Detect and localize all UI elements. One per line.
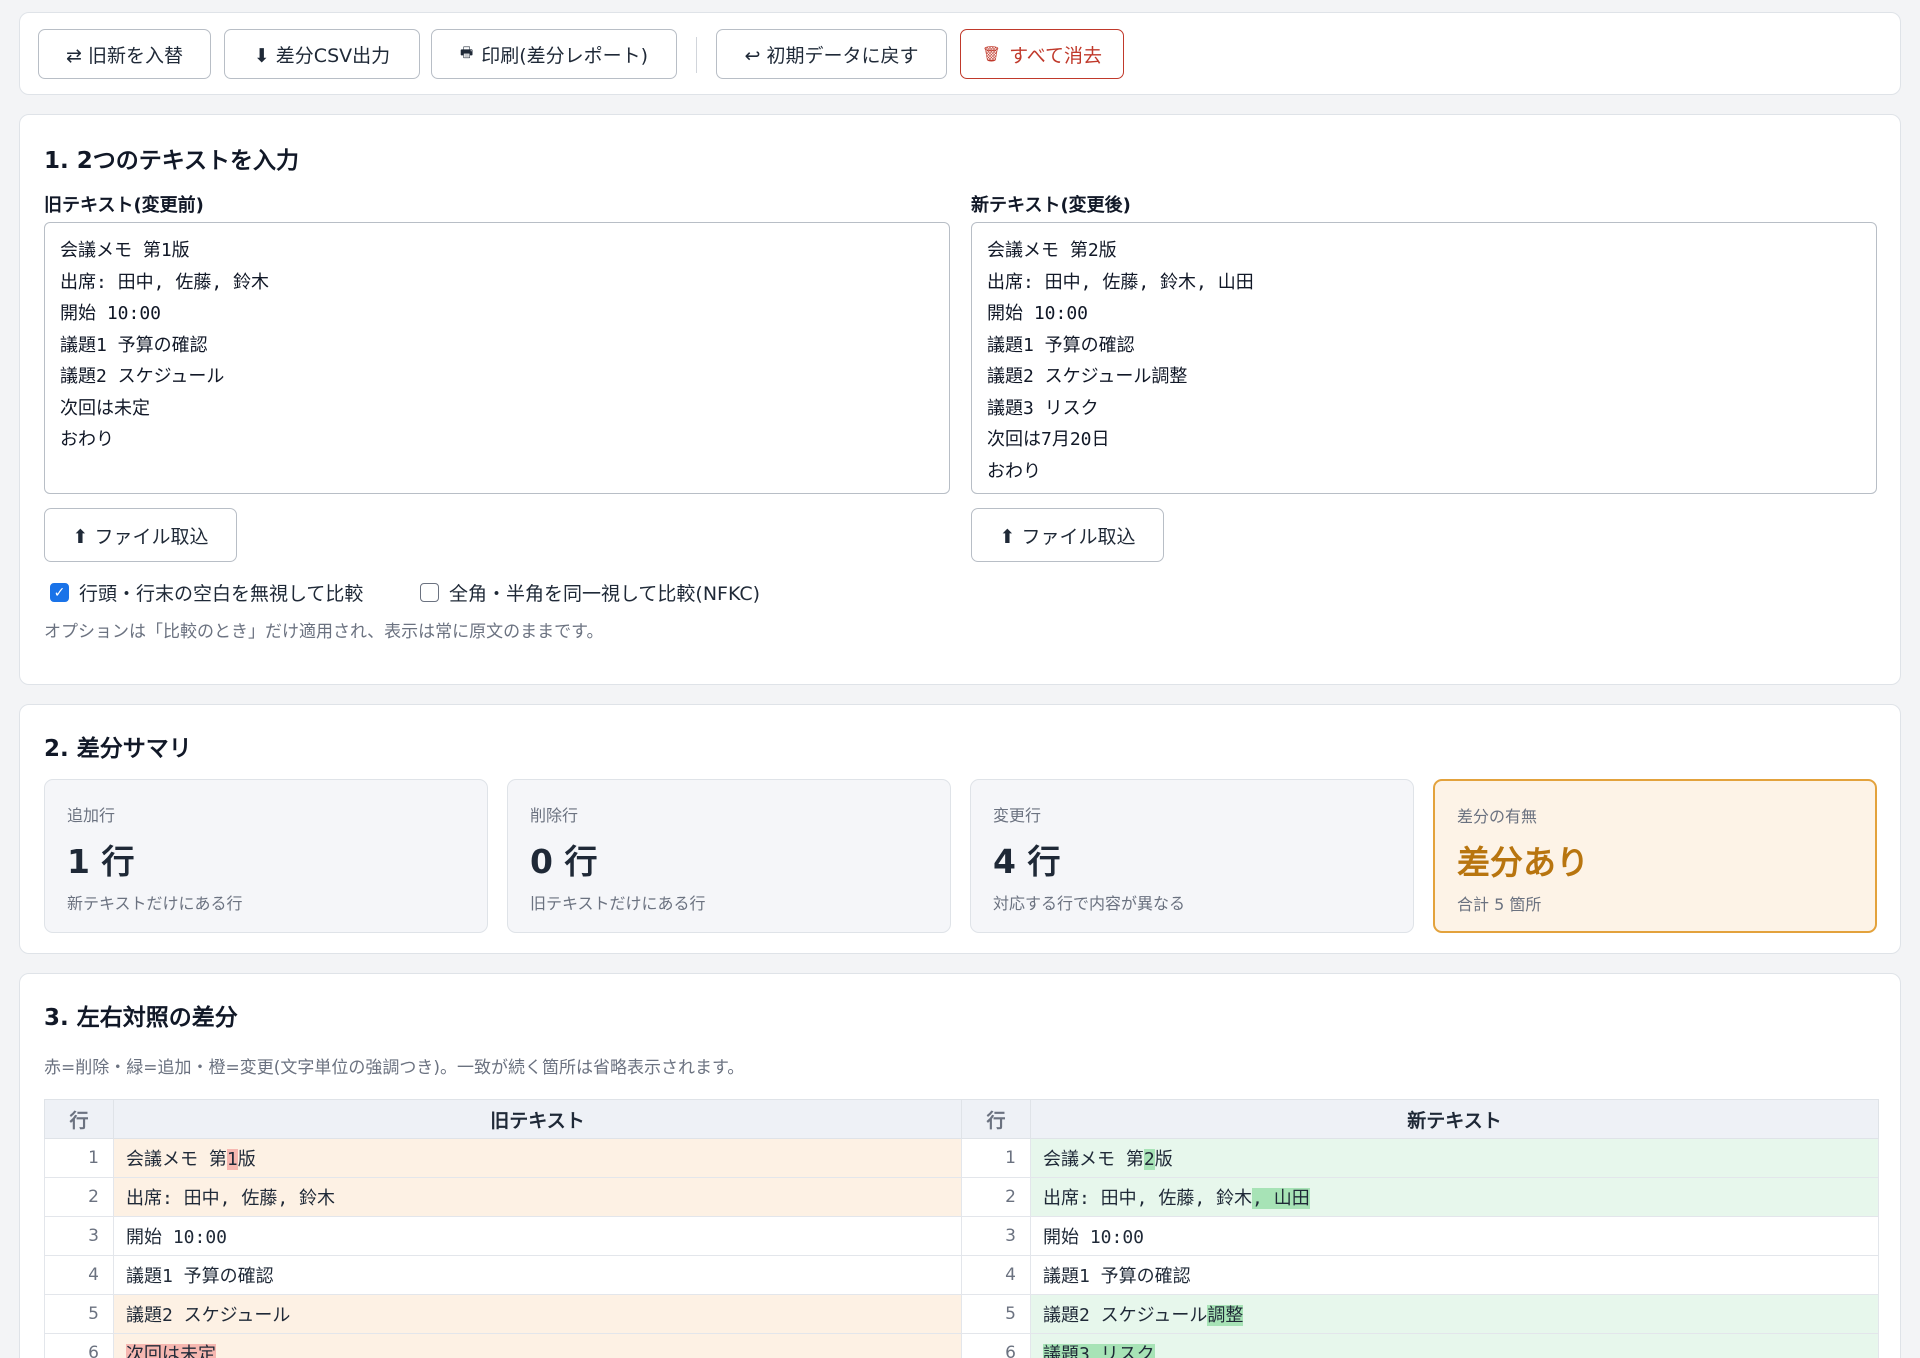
- col-old-text: 旧テキスト: [113, 1099, 962, 1139]
- old-line-number: 3: [44, 1216, 114, 1256]
- new-text-cell: 議題2 スケジュール調整: [1030, 1294, 1879, 1334]
- diff-row: 1 会議メモ 第1版 1 会議メモ 第2版: [44, 1138, 1879, 1178]
- section-title: 3. 左右対照の差分: [44, 1005, 238, 1031]
- diff-table: 行 旧テキスト 行 新テキスト 1 会議メモ 第1版 1 会議メモ 第2版 2 出席: 田…: [44, 1099, 1879, 1358]
- new-text-area[interactable]: 会議メモ 第2版出席: 田中, 佐藤, 鈴木, 山田 開始 10:00 議題1 予算…: [971, 222, 1877, 494]
- trim-option[interactable]: ✓ 行頭・行末の空白を無視して比較: [50, 579, 363, 606]
- old-text-area[interactable]: 会議メモ 第1版出席: 田中, 佐藤, 鈴木 開始 10:00 議題1 予算の確認議…: [44, 222, 950, 494]
- text-line: 議題2 スケジュール調整: [987, 366, 1188, 387]
- old-text-cell: 会議メモ 第1版: [113, 1138, 962, 1178]
- text-line: 出席: 田中, 佐藤, 鈴木: [60, 271, 270, 293]
- new-text-label: 新テキスト(変更後): [971, 195, 1131, 216]
- text-line: 会議メモ 第1版: [60, 240, 190, 261]
- col-new-text: 新テキスト: [1030, 1099, 1879, 1139]
- nfkc-checkbox[interactable]: [420, 583, 439, 602]
- text-line: 会議メモ 第2版: [987, 240, 1117, 261]
- diff-row: 5 議題2 スケジュール 5 議題2 スケジュール調整: [44, 1294, 1879, 1334]
- new-line-number: 5: [961, 1294, 1031, 1334]
- old-text-label: 旧テキスト(変更前): [44, 195, 204, 216]
- new-text-cell: 議題1 予算の確認: [1030, 1255, 1879, 1295]
- new-line-number: 4: [961, 1255, 1031, 1295]
- text-line: 開始 10:00: [60, 303, 162, 324]
- old-line-number: 5: [44, 1294, 114, 1334]
- printer-icon: 🖶: [459, 45, 474, 61]
- diff-row: 3 開始 10:00 3 開始 10:00: [44, 1216, 1879, 1256]
- option-note: オプションは「比較のとき」だけ適用され、表示は常に原文のままです。: [44, 622, 604, 642]
- col-line-new: 行: [961, 1099, 1031, 1139]
- added-lines-card: 追加行 1 行 新テキストだけにある行: [44, 779, 488, 933]
- section-title: 1. 2つのテキストを入力: [44, 148, 300, 174]
- text-line: おわり: [60, 429, 114, 450]
- deleted-lines-card: 削除行 0 行 旧テキストだけにある行: [507, 779, 951, 933]
- diff-row: 6 次回は未定 6 議題3 リスク: [44, 1333, 1879, 1358]
- toolbar: ⇄ 旧新を入替 ⬇ 差分CSV出力 🖶 印刷(差分レポート) ↩ 初期データに戻す…: [19, 12, 1901, 95]
- text-line: 議題1 予算の確認: [60, 334, 208, 356]
- new-file-import-button[interactable]: ⬆ ファイル取込: [971, 508, 1164, 562]
- nfkc-option[interactable]: 全角・半角を同一視して比較(NFKC): [420, 579, 760, 606]
- old-line-number: 1: [44, 1138, 114, 1178]
- diff-status-card: 差分の有無 差分あり 合計 5 箇所: [1433, 779, 1877, 933]
- toolbar-divider: [696, 37, 697, 73]
- diff-legend: 赤=削除・緑=追加・橙=変更(文字単位の強調つき)。一致が続く箇所は省略表示され…: [44, 1058, 745, 1078]
- text-line: おわり: [987, 460, 1041, 482]
- old-line-number: 6: [44, 1333, 114, 1358]
- new-text-cell: 会議メモ 第2版: [1030, 1138, 1879, 1178]
- old-file-import-button[interactable]: ⬆ ファイル取込: [44, 508, 237, 562]
- diff-row: 4 議題1 予算の確認 4 議題1 予算の確認: [44, 1255, 1879, 1295]
- trash-icon: 🗑: [982, 45, 1002, 63]
- new-text-cell: 開始 10:00: [1030, 1216, 1879, 1256]
- new-text-cell: 出席: 田中, 佐藤, 鈴木, 山田: [1030, 1177, 1879, 1217]
- new-line-number: 3: [961, 1216, 1031, 1256]
- reset-button[interactable]: ↩ 初期データに戻す: [716, 29, 947, 79]
- text-line: 次回は未定: [60, 397, 150, 419]
- section-title: 2. 差分サマリ: [44, 736, 192, 762]
- csv-export-button[interactable]: ⬇ 差分CSV出力: [224, 29, 420, 79]
- trim-checkbox[interactable]: ✓: [50, 583, 69, 602]
- text-line: 開始 10:00: [987, 303, 1089, 324]
- clear-all-button[interactable]: 🗑 すべて消去: [960, 29, 1124, 79]
- diff-section: 3. 左右対照の差分 赤=削除・緑=追加・橙=変更(文字単位の強調つき)。一致が…: [19, 973, 1901, 1358]
- old-text-cell: 開始 10:00: [113, 1216, 962, 1256]
- old-text-cell: 議題2 スケジュール: [113, 1294, 962, 1334]
- old-text-cell: 議題1 予算の確認: [113, 1255, 962, 1295]
- text-line: 出席: 田中, 佐藤, 鈴木, 山田: [987, 271, 1254, 293]
- new-text-cell: 議題3 リスク: [1030, 1333, 1879, 1358]
- new-line-number: 2: [961, 1177, 1031, 1217]
- diff-row: 2 出席: 田中, 佐藤, 鈴木 2 出席: 田中, 佐藤, 鈴木, 山田: [44, 1177, 1879, 1217]
- old-line-number: 2: [44, 1177, 114, 1217]
- summary-section: 2. 差分サマリ 追加行 1 行 新テキストだけにある行 削除行 0 行 旧テキ…: [19, 704, 1901, 954]
- input-section: 1. 2つのテキストを入力 旧テキスト(変更前) 新テキスト(変更後) 会議メモ…: [19, 114, 1901, 685]
- text-line: 議題2 スケジュール: [60, 366, 225, 387]
- text-line: 議題1 予算の確認: [987, 334, 1135, 356]
- old-text-cell: 次回は未定: [113, 1333, 962, 1358]
- new-line-number: 6: [961, 1333, 1031, 1358]
- swap-button[interactable]: ⇄ 旧新を入替: [38, 29, 211, 79]
- new-line-number: 1: [961, 1138, 1031, 1178]
- old-line-number: 4: [44, 1255, 114, 1295]
- print-report-button[interactable]: 🖶 印刷(差分レポート): [431, 29, 677, 79]
- changed-lines-card: 変更行 4 行 対応する行で内容が異なる: [970, 779, 1414, 933]
- text-line: 次回は7月20日: [987, 429, 1110, 450]
- text-line: 議題3 リスク: [987, 397, 1099, 419]
- col-line-old: 行: [44, 1099, 114, 1139]
- old-text-cell: 出席: 田中, 佐藤, 鈴木: [113, 1177, 962, 1217]
